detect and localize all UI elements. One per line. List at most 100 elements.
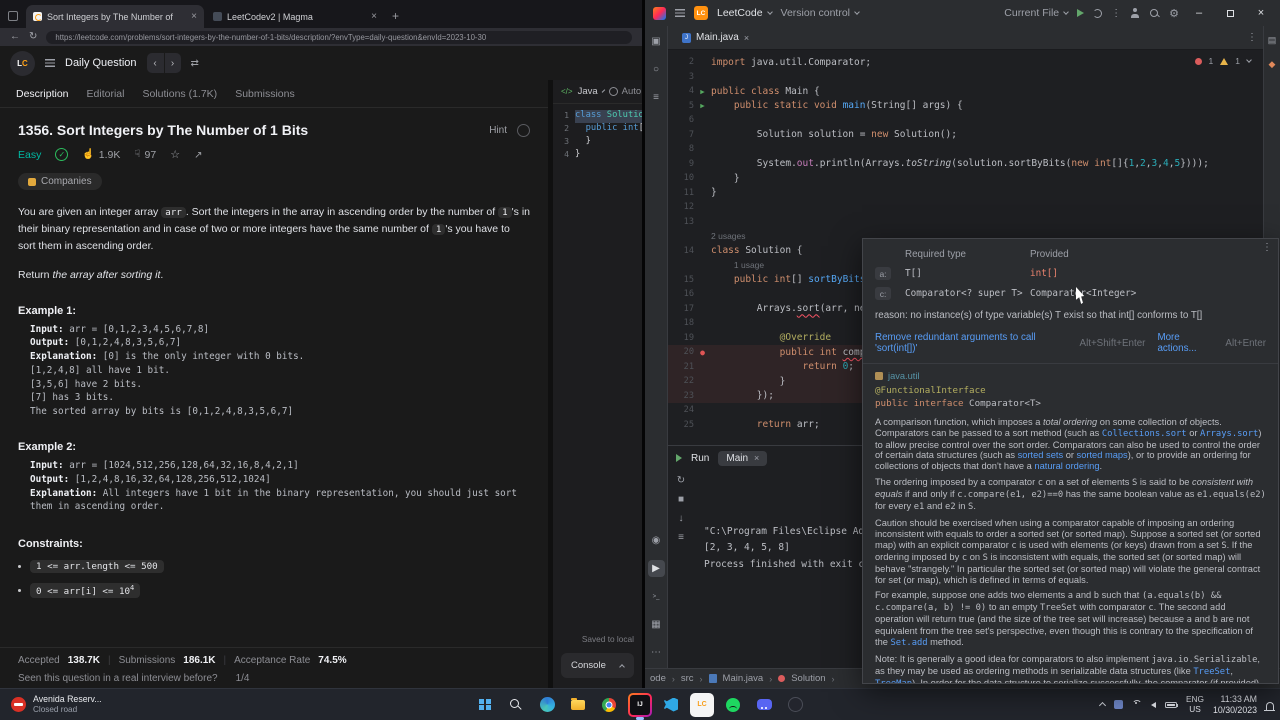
- code-line[interactable]: 4 }: [553, 149, 642, 162]
- problem-list-icon[interactable]: [45, 59, 55, 67]
- code-with-me-icon[interactable]: [1130, 8, 1140, 18]
- tab-description[interactable]: Description: [16, 88, 69, 100]
- close-button[interactable]: ×: [1250, 0, 1272, 26]
- popup-more-icon[interactable]: [1262, 242, 1272, 253]
- hint-label[interactable]: Hint: [489, 125, 507, 136]
- code-line[interactable]: 2 public int[] sortByBits(: [553, 123, 642, 136]
- clear-console-icon[interactable]: ≡: [678, 532, 684, 543]
- tab-submissions[interactable]: Submissions: [235, 88, 295, 100]
- quick-fix-link[interactable]: Remove redundant arguments to call 'sort…: [875, 332, 1074, 354]
- favorite-star-icon[interactable]: [170, 148, 180, 161]
- breadcrumb-item[interactable]: Solution: [791, 673, 825, 684]
- leetcode-app-icon[interactable]: LC: [690, 692, 714, 717]
- language-indicator[interactable]: ENG US: [1186, 694, 1204, 714]
- browser-tab-magma[interactable]: LeetCodev2 | Magma ×: [206, 5, 384, 28]
- profiler-icon[interactable]: [1093, 8, 1103, 18]
- services-tool-icon[interactable]: ▦: [648, 616, 665, 633]
- gutter-icon[interactable]: [694, 87, 711, 96]
- widgets-button[interactable]: Avenida Reserv... Closed road: [2, 689, 111, 720]
- project-tool-icon[interactable]: ▣: [648, 33, 665, 50]
- leetcode-logo[interactable]: [10, 50, 35, 76]
- new-tab-button[interactable]: +: [392, 9, 399, 23]
- ai-assistant-icon[interactable]: ◆: [1269, 59, 1276, 70]
- debug-tool-icon[interactable]: ◉: [648, 532, 665, 549]
- tab-options-icon[interactable]: [1247, 32, 1257, 43]
- code-line[interactable]: 3 }: [553, 136, 642, 149]
- package-name[interactable]: java.util: [888, 371, 920, 382]
- breadcrumb-item[interactable]: src: [681, 673, 694, 684]
- dislike-button[interactable]: 97: [134, 149, 157, 161]
- search-button[interactable]: [504, 693, 528, 717]
- scroll-to-end-icon[interactable]: ↓: [679, 513, 684, 524]
- commit-tool-icon[interactable]: ○: [648, 61, 665, 78]
- daily-question-label[interactable]: Daily Question: [65, 57, 137, 69]
- obs-icon[interactable]: [783, 693, 807, 717]
- interview-question-row: Seen this question in a real interview b…: [18, 673, 249, 684]
- next-problem-button[interactable]: ›: [163, 53, 181, 73]
- breadcrumb-item[interactable]: ode: [650, 673, 666, 684]
- address-bar[interactable]: https://leetcode.com/problems/sort-integ…: [46, 30, 632, 44]
- close-tab-icon[interactable]: ×: [754, 453, 759, 463]
- minimize-button[interactable]: –: [1188, 0, 1210, 26]
- hint-icon[interactable]: [517, 123, 530, 137]
- more-actions-icon[interactable]: [1111, 8, 1121, 19]
- prev-problem-button[interactable]: ‹: [147, 53, 164, 73]
- inspections-widget[interactable]: 1 1: [1194, 56, 1252, 66]
- more-actions-link[interactable]: More actions...: [1157, 332, 1219, 354]
- back-icon[interactable]: ←: [10, 32, 20, 42]
- volume-icon[interactable]: [1150, 701, 1156, 708]
- workspaces-icon[interactable]: [8, 11, 18, 21]
- terminal-tool-icon[interactable]: >_: [648, 588, 665, 605]
- edge-icon[interactable]: [535, 693, 559, 717]
- settings-gear-icon[interactable]: [1169, 7, 1179, 20]
- maximize-button[interactable]: [1219, 0, 1241, 26]
- network-icon[interactable]: [1131, 699, 1142, 710]
- gutter-icon[interactable]: [694, 101, 711, 110]
- start-button[interactable]: [473, 693, 497, 717]
- rerun-icon[interactable]: ↻: [677, 475, 685, 486]
- chrome-icon[interactable]: [597, 693, 621, 717]
- chevron-down-icon: [854, 9, 860, 15]
- structure-tool-icon[interactable]: ≡: [648, 89, 665, 106]
- auto-toggle[interactable]: Auto: [609, 86, 642, 97]
- browser-tab-leetcode[interactable]: Sort Integers by The Number of ×: [26, 5, 204, 28]
- vscode-icon[interactable]: [659, 693, 683, 717]
- tab-editorial[interactable]: Editorial: [87, 88, 125, 100]
- seen-question-label[interactable]: Seen this question in a real interview b…: [18, 673, 218, 684]
- run-tab-main[interactable]: Main ×: [718, 450, 768, 466]
- hidden-icons-chevron[interactable]: [1098, 701, 1107, 710]
- gutter-icon[interactable]: [694, 348, 711, 357]
- discord-icon[interactable]: [752, 693, 776, 717]
- file-explorer-icon[interactable]: [566, 693, 590, 717]
- shuffle-icon[interactable]: ⇄: [191, 58, 199, 69]
- run-config-selector[interactable]: Current File: [1004, 7, 1069, 19]
- run-tool-icon[interactable]: ▶: [647, 560, 665, 577]
- breadcrumb-item[interactable]: Main.java: [723, 673, 764, 684]
- main-menu-icon[interactable]: [675, 9, 685, 17]
- share-icon[interactable]: [194, 149, 202, 161]
- project-selector[interactable]: LeetCode: [717, 7, 773, 19]
- notifications-icon[interactable]: ▤: [1268, 35, 1277, 46]
- like-button[interactable]: 1.9K: [82, 149, 121, 161]
- code-line[interactable]: 1 class Solution {: [553, 110, 642, 123]
- language-selector[interactable]: Java: [578, 86, 598, 97]
- refresh-icon[interactable]: ↻: [29, 32, 37, 42]
- tab-main-java[interactable]: Main.java ×: [674, 26, 757, 49]
- tab-solutions[interactable]: Solutions (1.7K): [142, 88, 217, 100]
- tray-app-icon[interactable]: [1113, 700, 1123, 709]
- intellij-icon[interactable]: IJ: [628, 692, 652, 720]
- close-tab-icon[interactable]: ×: [191, 11, 197, 22]
- stop-icon[interactable]: ■: [678, 494, 684, 505]
- run-button[interactable]: [1077, 9, 1085, 17]
- vcs-selector[interactable]: Version control: [781, 7, 860, 19]
- notifications-bell-icon[interactable]: [1264, 701, 1276, 711]
- search-everywhere-icon[interactable]: [1149, 8, 1160, 19]
- clock[interactable]: 11:33 AM 10/30/2023: [1213, 694, 1257, 715]
- close-tab-icon[interactable]: ×: [744, 33, 749, 43]
- spotify-icon[interactable]: [721, 693, 745, 717]
- console-bar[interactable]: Console: [561, 653, 634, 678]
- battery-icon[interactable]: [1164, 701, 1179, 708]
- more-tools-icon[interactable]: ⋯: [648, 644, 665, 661]
- companies-tag[interactable]: Companies: [18, 173, 102, 190]
- close-tab-icon[interactable]: ×: [371, 11, 377, 22]
